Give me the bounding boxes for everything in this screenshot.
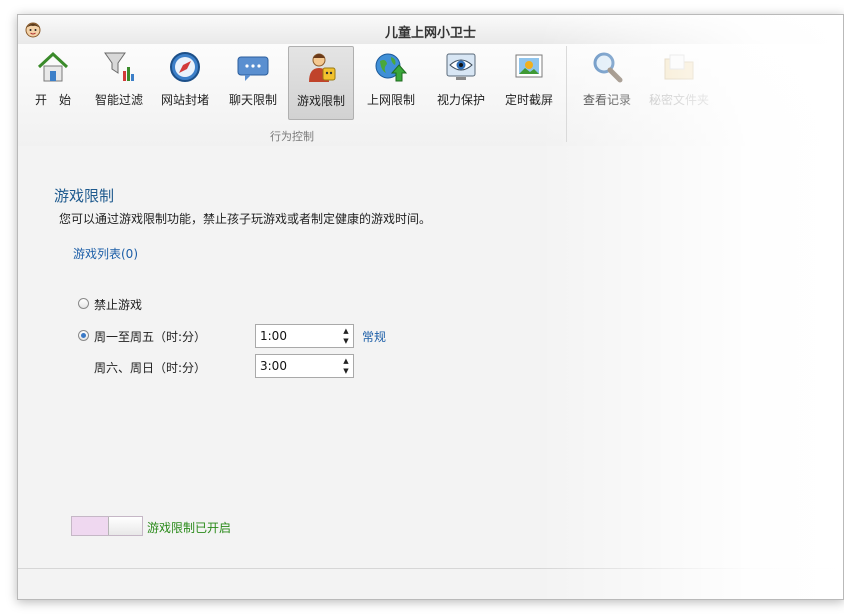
ribbon-label-site-block: 网站封堵 <box>160 93 209 107</box>
spin-up-icon[interactable]: ▲ <box>341 326 351 336</box>
ribbon-button-game-limit[interactable]: 游戏限制 <box>288 46 354 120</box>
ribbon-group-label: 行为控制 <box>270 130 314 143</box>
ribbon-label-secret-folder: 秘密文件夹 <box>648 93 709 107</box>
spin-up-icon[interactable]: ▲ <box>341 356 351 366</box>
globe-arrow-icon <box>375 53 408 82</box>
footer-divider <box>18 568 843 569</box>
ribbon-label-chat-limit: 聊天限制 <box>228 93 277 107</box>
ribbon-button-internet-limit[interactable]: 上网限制 <box>358 46 424 120</box>
ribbon-button-view-records[interactable]: 查看记录 <box>574 46 640 120</box>
ribbon-label-smart-filter: 智能过滤 <box>94 93 143 107</box>
ribbon-label-vision-protect: 视力保护 <box>436 93 485 107</box>
funnel-chart-icon <box>104 52 134 81</box>
ribbon-button-site-block[interactable]: 网站封堵 <box>152 46 218 120</box>
forbid-games-label[interactable]: 禁止游戏 <box>94 296 142 313</box>
eye-monitor-icon <box>446 53 476 80</box>
ribbon-label-game-limit: 游戏限制 <box>296 94 345 108</box>
group-separator <box>566 46 567 142</box>
ribbon-button-start[interactable]: 开 始 <box>20 46 86 120</box>
house-icon <box>37 51 69 82</box>
toggle-status-label: 游戏限制已开启 <box>147 521 232 535</box>
magnifier-icon <box>593 52 623 83</box>
ribbon-button-smart-filter[interactable]: 智能过滤 <box>86 46 152 120</box>
game-limit-toggle[interactable] <box>71 516 143 536</box>
normal-link[interactable]: 常规 <box>362 328 386 345</box>
spin-down-icon[interactable]: ▼ <box>341 366 351 376</box>
ribbon-button-vision-protect[interactable]: 视力保护 <box>428 46 494 120</box>
picture-icon <box>515 54 543 78</box>
weekend-time-value[interactable]: 3:00 <box>260 359 287 373</box>
app-window: 儿童上网小卫士 开 始 智能过滤 网站封堵 聊天限制 游戏限制 上网限制 视力保… <box>17 14 844 600</box>
forbid-games-radio[interactable] <box>78 298 89 309</box>
weekday-limit-label[interactable]: 周一至周五（时:分） <box>94 328 206 345</box>
window-title: 儿童上网小卫士 <box>384 26 476 41</box>
spin-down-icon[interactable]: ▼ <box>341 336 351 346</box>
weekend-limit-label: 周六、周日（时:分） <box>94 361 207 375</box>
ribbon-button-chat-limit[interactable]: 聊天限制 <box>220 46 286 120</box>
weekday-limit-radio[interactable] <box>78 330 89 341</box>
folder-icon <box>664 54 694 80</box>
ribbon-toolbar: 开 始 智能过滤 网站封堵 聊天限制 游戏限制 上网限制 视力保护 定时截屏 查… <box>18 44 843 147</box>
weekday-time-value[interactable]: 1:00 <box>260 329 287 343</box>
page-title: 游戏限制 <box>54 187 115 205</box>
title-bar: 儿童上网小卫士 <box>18 15 843 45</box>
ribbon-button-secret-folder[interactable]: 秘密文件夹 <box>642 46 716 120</box>
main-content: 游戏限制 您可以通过游戏限制功能，禁止孩子玩游戏或者制定健康的游戏时间。 游戏列… <box>18 146 843 599</box>
game-list-link[interactable]: 游戏列表(0) <box>73 245 138 262</box>
ribbon-label-view-records: 查看记录 <box>582 93 631 107</box>
page-description: 您可以通过游戏限制功能，禁止孩子玩游戏或者制定健康的游戏时间。 <box>59 212 432 226</box>
gamer-icon <box>309 53 336 82</box>
ribbon-button-timed-screenshot[interactable]: 定时截屏 <box>496 46 562 120</box>
compass-icon <box>170 52 200 82</box>
ribbon-label-internet-limit: 上网限制 <box>366 93 415 107</box>
chat-bubble-icon <box>237 56 269 81</box>
weekend-time-spinner[interactable]: 3:00 ▲ ▼ <box>255 354 354 378</box>
ribbon-label-timed-screenshot: 定时截屏 <box>504 93 553 107</box>
weekday-time-spinner[interactable]: 1:00 ▲ ▼ <box>255 324 354 348</box>
toggle-knob[interactable] <box>108 517 142 535</box>
ribbon-label-start: 开 始 <box>34 93 71 107</box>
